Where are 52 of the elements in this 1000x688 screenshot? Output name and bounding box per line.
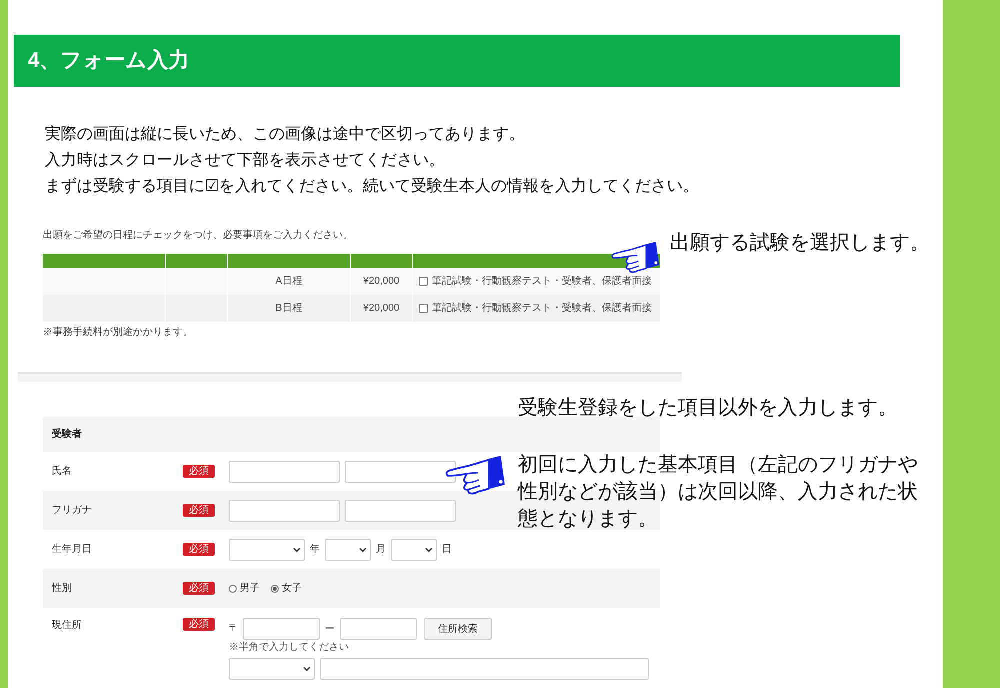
select-field[interactable] [229, 658, 315, 680]
select-field[interactable] [391, 538, 437, 560]
chevron-down-icon [359, 546, 367, 552]
radio-button[interactable] [229, 584, 237, 592]
checkbox[interactable] [419, 304, 428, 314]
option-label: 筆記試験・行動観察テスト・受験者、保護者面接 [432, 274, 652, 290]
instruction-text: まずは受験する項目に☑を入れてください。続いて受験生本人の情報を入力してください。 [45, 176, 700, 198]
text-field[interactable] [229, 460, 340, 482]
required-badge: 必須 [183, 465, 215, 478]
callout-text: 出願する試験を選択します。 [670, 231, 931, 256]
callout-text: 受験生登録をした項目以外を入力します。 [518, 396, 899, 421]
instruction-text: 入力時はスクロールさせて下部を表示させてください。 [45, 150, 446, 172]
unit-label: 月 [376, 543, 386, 557]
section-title: 受験者 [52, 428, 82, 442]
postal-code-field[interactable] [243, 618, 320, 640]
required-badge: 必須 [183, 582, 215, 595]
unit-label: 年 [310, 543, 320, 557]
dash-text: ー [325, 622, 335, 636]
table-cell: ¥20,000 [351, 295, 413, 322]
field-label: 氏名 [51, 464, 73, 479]
address-search-button[interactable]: 住所検索 [424, 618, 492, 640]
radio-label: 男子 [240, 582, 260, 596]
field-label: 現住所 [51, 618, 83, 633]
unit-label: 日 [442, 543, 452, 557]
postal-code-field[interactable] [340, 618, 417, 640]
postal-mark: 〒 [229, 622, 238, 636]
instruction-text: 出願をご希望の日程にチェックをつけ、必要事項をご入力ください。 [43, 230, 354, 242]
required-badge: 必須 [183, 504, 215, 517]
hint-text: ※半角で入力してください [229, 642, 350, 654]
note-text: ※事務手続料が別途かかります。 [43, 327, 194, 340]
checkbox[interactable] [419, 277, 428, 286]
chevron-down-icon [425, 546, 433, 552]
select-field[interactable] [325, 538, 371, 560]
required-badge: 必須 [183, 618, 215, 631]
text-field[interactable] [345, 500, 456, 522]
text-field[interactable] [320, 658, 649, 680]
field-label: フリガナ [51, 504, 93, 518]
field-label: 性別 [50, 582, 73, 596]
select-field[interactable] [229, 538, 305, 560]
section-heading: 4、フォーム入力 [14, 35, 900, 88]
text-field[interactable] [345, 460, 456, 482]
radio-label: 女子 [282, 582, 302, 596]
radio-button[interactable] [271, 584, 279, 592]
text-field[interactable] [229, 500, 340, 522]
field-label: 生年月日 [51, 542, 93, 557]
table-cell: B日程 [228, 295, 351, 322]
required-badge: 必須 [183, 543, 215, 556]
chevron-down-icon [303, 666, 311, 672]
callout-text: 初回に入力した基本項目（左記のフリガナや性別などが該当）は次回以降、入力された状態となります。 [518, 453, 919, 532]
chevron-down-icon [293, 546, 301, 552]
option-label: 筆記試験・行動観察テスト・受験者、保護者面接 [432, 302, 652, 316]
instruction-text: 実際の画面は縦に長いため、この画像は途中で区切ってあります。 [45, 124, 526, 146]
